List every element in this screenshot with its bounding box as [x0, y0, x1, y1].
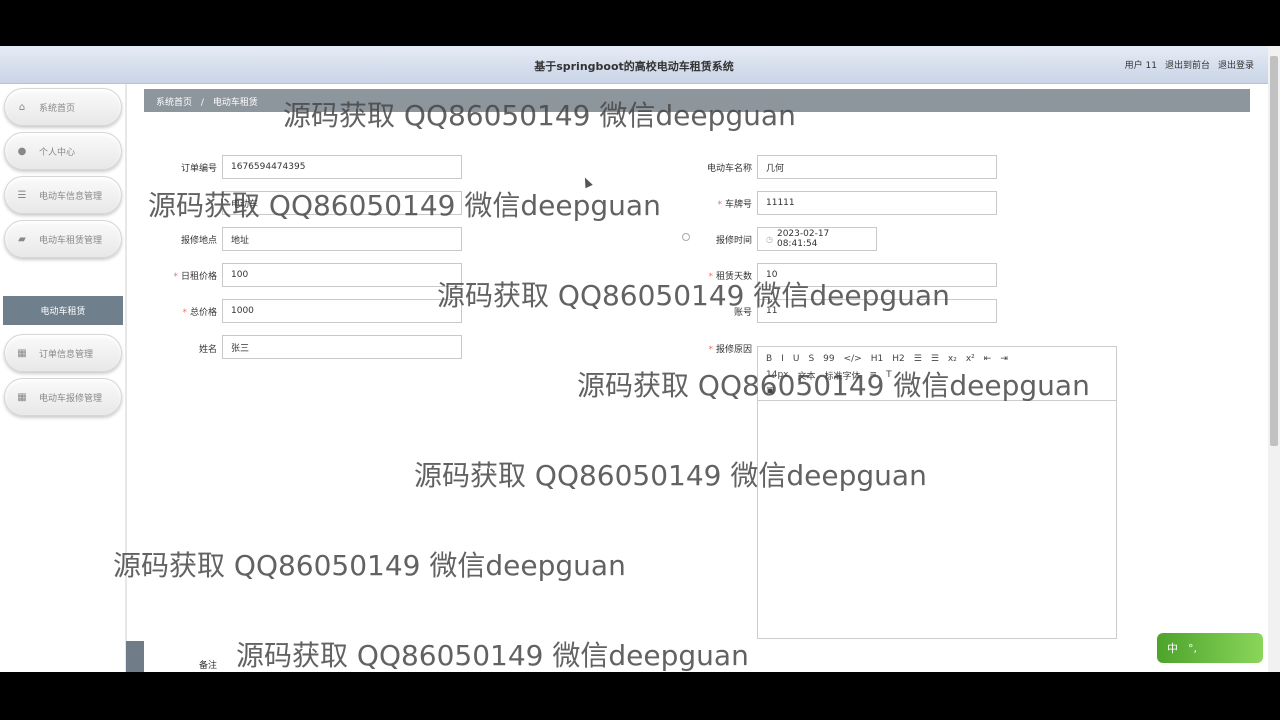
watermark-text: 源码获取 QQ86050149 微信deepguan — [113, 549, 626, 582]
ime-punct: °, — [1188, 641, 1197, 655]
h1-button[interactable]: H1 — [871, 354, 884, 364]
ime-lang: 中 — [1167, 642, 1178, 655]
image-icon[interactable]: ▣ — [766, 386, 775, 396]
user-label: 用户 11 — [1124, 61, 1157, 71]
grid-icon: ▦ — [17, 391, 27, 403]
sidebar-item-label: 系统首页 — [39, 103, 76, 114]
bold-button[interactable]: B — [766, 354, 772, 364]
repair-reason-label: * 报修原因 — [708, 345, 752, 355]
total-price-input[interactable]: 1000 — [222, 299, 462, 323]
breadcrumb-home[interactable]: 系统首页 — [156, 98, 192, 108]
user-icon: ● — [17, 145, 27, 157]
sidebar: ⌂ 系统首页 ● 个人中心 ☰ 电动车信息管理 ▰ 电动车租赁管理 电动车租赁 … — [0, 84, 127, 672]
repair-time-input[interactable]: ◷ 2023-02-17 08:41:54 — [757, 227, 877, 251]
sidebar-item-ebike-info[interactable]: ☰ 电动车信息管理 — [4, 176, 122, 214]
list-icon: ☰ — [17, 189, 27, 201]
superscript-button[interactable]: x² — [966, 354, 975, 364]
daily-price-input[interactable]: 100 — [222, 263, 462, 287]
indent-button[interactable]: ⇥ — [1000, 354, 1008, 364]
top-links: 用户 11 退出到前台 退出登录 — [1125, 58, 1254, 71]
top-header: 基于springboot的高校电动车租赁系统 用户 11 退出到前台 退出登录 — [0, 46, 1268, 84]
input-method-badge[interactable]: 中 °, — [1157, 633, 1263, 663]
ebike-name-label: 电动车名称 — [706, 164, 752, 174]
logout-link[interactable]: 退出登录 — [1218, 58, 1254, 71]
font-family-select[interactable]: 标准字体 — [825, 369, 861, 382]
ebike-name-input[interactable]: 几何 — [757, 155, 997, 179]
plate-no-input[interactable]: 11111 — [757, 191, 997, 215]
breadcrumb: 系统首页 / 电动车租赁 — [144, 89, 1250, 112]
font-size-select[interactable]: 14px — [766, 370, 789, 380]
app-screen: 基于springboot的高校电动车租赁系统 用户 11 退出到前台 退出登录 … — [0, 46, 1280, 672]
strike-button[interactable]: S — [808, 354, 814, 364]
sidebar-collapse-handle[interactable] — [126, 641, 144, 672]
sidebar-item-label: 个人中心 — [39, 147, 76, 158]
editor-toolbar: B I U S 99 </> H1 H2 ☰ ☰ x₂ x² ⇤ ⇥ 14px … — [758, 347, 1116, 401]
sidebar-item-profile[interactable]: ● 个人中心 — [4, 132, 122, 170]
repair-time-label: 报修时间 — [715, 236, 752, 246]
italic-button[interactable]: I — [781, 354, 784, 364]
sidebar-item-orders[interactable]: ▦ 订单信息管理 — [4, 334, 122, 372]
repair-time-value: 2023-02-17 08:41:54 — [776, 229, 830, 249]
order-no-input[interactable]: 1676594474395 — [222, 155, 462, 179]
align-button[interactable]: ≡ — [870, 370, 878, 380]
home-icon: ⌂ — [18, 101, 26, 113]
sidebar-item-label: 电动车租赁管理 — [39, 235, 103, 246]
bullet-list-button[interactable]: ☰ — [931, 354, 939, 364]
total-price-label: * 总价格 — [182, 308, 217, 318]
to-frontend-link[interactable]: 退出到前台 — [1165, 58, 1210, 71]
breadcrumb-current: 电动车租赁 — [212, 98, 258, 108]
subscript-button[interactable]: x₂ — [948, 354, 957, 364]
name-input[interactable]: 张三 — [222, 335, 462, 359]
ebike-type-input[interactable]: 电动车 — [222, 191, 462, 215]
underline-button[interactable]: U — [793, 354, 800, 364]
editor-toolbar-row-2: 14px 文本 标准字体 ≡ T — [766, 367, 1108, 383]
name-label: 姓名 — [198, 345, 217, 355]
quote-button[interactable]: 99 — [823, 354, 834, 364]
code-button[interactable]: </> — [844, 354, 862, 364]
editor-toolbar-row-1: B I U S 99 </> H1 H2 ☰ ☰ x₂ x² ⇤ ⇥ — [766, 351, 1108, 367]
page-scrollbar[interactable] — [1268, 46, 1280, 672]
rent-days-input[interactable]: 10 — [757, 263, 997, 287]
repair-place-label: 报修地点 — [180, 236, 217, 246]
mouse-cursor — [581, 175, 593, 189]
repair-place-input[interactable]: 地址 — [222, 227, 462, 251]
sidebar-item-label: 订单信息管理 — [39, 349, 94, 360]
sidebar-item-label: 电动车信息管理 — [39, 191, 103, 202]
watermark-text: 源码获取 QQ86050149 微信deepguan — [236, 639, 749, 672]
account-label: 账号 — [733, 308, 752, 318]
sidebar-item-label: 电动车报修管理 — [39, 393, 103, 404]
car-icon: ▰ — [18, 233, 26, 245]
daily-price-label: * 日租价格 — [173, 272, 217, 282]
plate-no-label: * 车牌号 — [717, 200, 752, 210]
scrollbar-thumb[interactable] — [1270, 56, 1278, 446]
submenu-ebike-rental[interactable]: 电动车租赁 — [3, 296, 123, 325]
account-input[interactable]: 11 — [757, 299, 997, 323]
outdent-button[interactable]: ⇤ — [984, 354, 992, 364]
editor-toolbar-row-3: ▣ — [766, 383, 1108, 399]
h2-button[interactable]: H2 — [892, 354, 905, 364]
sidebar-item-repair[interactable]: ▦ 电动车报修管理 — [4, 378, 122, 416]
remark-label: 备注 — [198, 661, 217, 671]
clear-format-button[interactable]: T — [886, 370, 892, 380]
grid-icon: ▦ — [17, 347, 27, 359]
sidebar-item-home[interactable]: ⌂ 系统首页 — [4, 88, 122, 126]
ordered-list-button[interactable]: ☰ — [914, 354, 922, 364]
rent-days-label: * 租赁天数 — [708, 272, 752, 282]
order-no-label: 订单编号 — [180, 164, 217, 174]
app-title: 基于springboot的高校电动车租赁系统 — [534, 60, 734, 73]
rich-text-editor[interactable]: B I U S 99 </> H1 H2 ☰ ☰ x₂ x² ⇤ ⇥ 14px … — [757, 346, 1117, 639]
text-style-select[interactable]: 文本 — [798, 369, 816, 382]
clock-icon: ◷ — [766, 234, 773, 244]
breadcrumb-sep: / — [200, 98, 204, 108]
sidebar-item-rental[interactable]: ▰ 电动车租赁管理 — [4, 220, 122, 258]
